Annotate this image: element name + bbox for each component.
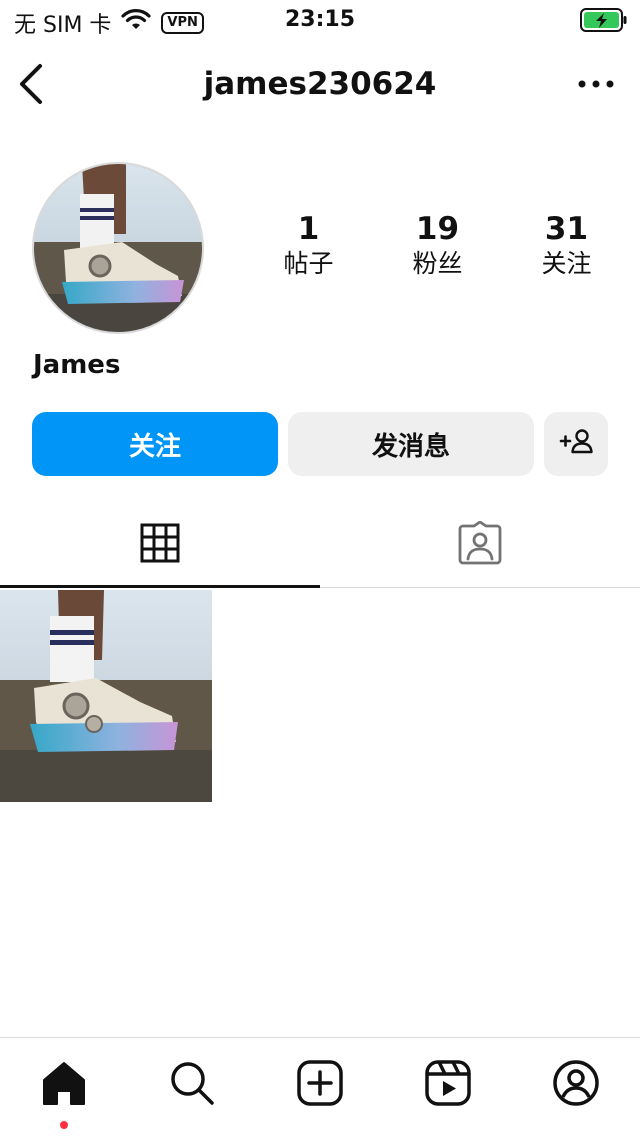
profile-stats: 1 帖子 19 粉丝 31 关注 [244,212,632,282]
tabbar-create[interactable] [295,1060,345,1110]
message-button[interactable]: 发消息 [288,412,534,476]
more-options-button[interactable] [574,68,618,100]
tabbar-profile[interactable] [551,1060,601,1110]
wifi-icon [121,9,152,37]
stat-count: 31 [544,211,589,247]
battery-charging-icon [580,8,628,32]
stat-label: 粉丝 [412,249,463,278]
tab-posts-grid[interactable] [0,502,320,588]
username-title: james230624 [203,66,437,102]
profile-tabs [0,502,640,588]
tagged-person-icon [457,520,503,569]
carrier-label: 无 SIM 卡 [14,13,112,38]
nav-header: james230624 [0,42,640,126]
vpn-badge: VPN [161,12,204,34]
stat-label: 关注 [541,249,592,278]
display-name: James [33,350,121,380]
avatar[interactable] [32,162,204,334]
bottom-tab-bar [0,1037,640,1136]
active-tab-indicator [0,585,320,588]
tab-tagged[interactable] [320,502,640,588]
stat-posts[interactable]: 1 帖子 [244,212,373,282]
tabbar-reels[interactable] [423,1060,473,1110]
back-button[interactable] [14,62,50,106]
profile-screen: 无 SIM 卡 VPN 23:15 james230624 1 帖子 19 粉丝… [0,0,640,1136]
status-bar: 无 SIM 卡 VPN 23:15 [0,0,640,42]
avatar-photo [34,164,202,332]
status-left: 无 SIM 卡 VPN [14,7,204,39]
chevron-left-icon [14,64,50,110]
suggest-people-button[interactable] [544,412,608,476]
follow-button[interactable]: 关注 [32,412,278,476]
tabbar-home[interactable] [39,1060,89,1110]
reels-icon [425,1060,471,1110]
profile-icon [552,1059,600,1111]
notification-dot [60,1121,68,1129]
post-thumbnail[interactable] [0,590,212,802]
more-horizontal-icon [574,80,618,104]
search-icon [168,1059,216,1111]
stat-followers[interactable]: 19 粉丝 [373,212,502,282]
stat-label: 帖子 [283,249,334,278]
add-person-icon [559,428,593,461]
tabbar-search[interactable] [167,1060,217,1110]
create-icon [297,1060,343,1110]
stat-count: 1 [297,211,320,247]
profile-actions: 关注 发消息 [32,412,608,476]
stat-following[interactable]: 31 关注 [502,212,631,282]
grid-icon [140,523,180,567]
stat-count: 19 [415,211,460,247]
post-photo [0,590,212,802]
home-icon [40,1060,88,1110]
